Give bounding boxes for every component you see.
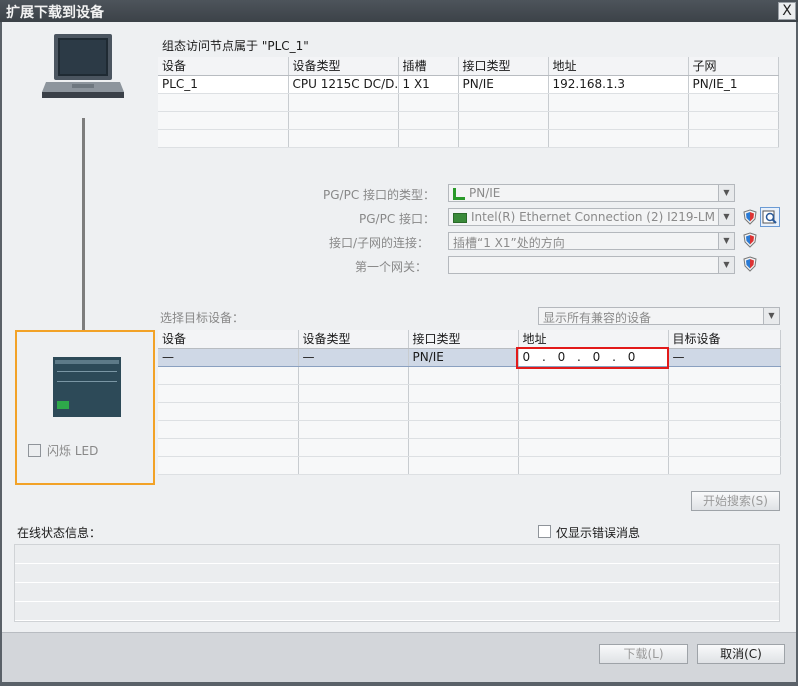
subnet-connection-value: 插槽“1 X1”处的方向 — [453, 236, 565, 250]
window-title: 扩展下载到设备 — [6, 5, 104, 21]
errors-only-checkbox[interactable] — [538, 525, 551, 538]
chevron-down-icon[interactable]: ▼ — [718, 257, 734, 273]
config-col-device-type[interactable]: 设备类型 — [288, 57, 399, 76]
pgpc-interface-select[interactable]: Intel(R) Ethernet Connection (2) I219-LM… — [448, 208, 735, 226]
device-filter-select[interactable]: 显示所有兼容的设备 ▼ — [538, 307, 780, 325]
first-gateway-label: 第一个网关： — [355, 260, 428, 274]
start-search-button[interactable]: 开始搜索(S) — [691, 491, 780, 511]
target-col-target-device[interactable]: 目标设备 — [668, 330, 781, 349]
config-heading: 组态访问节点属于 "PLC_1" — [162, 39, 309, 53]
pgpc-interface-value: Intel(R) Ethernet Connection (2) I219-LM — [471, 210, 715, 224]
list-item — [15, 545, 779, 564]
config-col-address[interactable]: 地址 — [548, 57, 689, 76]
shield-icon[interactable] — [742, 232, 758, 248]
target-table: 设备 设备类型 接口类型 地址 目标设备 — — PN/IE 0 . 0 . 0… — [158, 330, 781, 475]
plc-device-icon — [53, 357, 121, 417]
cancel-button[interactable]: 取消(C) — [697, 644, 785, 664]
config-cell-device-type: CPU 1215C DC/D... — [288, 75, 399, 94]
connection-line — [82, 118, 85, 332]
pgpc-interface-label: PG/PC 接口： — [359, 212, 436, 226]
first-gateway-select[interactable]: ▼ — [448, 256, 735, 274]
network-icon — [453, 187, 465, 200]
target-cell-device-type: — — [298, 348, 409, 367]
target-col-device-type[interactable]: 设备类型 — [298, 330, 409, 349]
list-item — [15, 564, 779, 583]
properties-button[interactable] — [760, 207, 780, 227]
target-cell-interface-type: PN/IE — [408, 348, 519, 367]
target-cell-device: — — [158, 348, 299, 367]
subnet-connection-select[interactable]: 插槽“1 X1”处的方向 ▼ — [448, 232, 735, 250]
shield-icon[interactable] — [742, 209, 758, 225]
target-col-address[interactable]: 地址 — [518, 330, 669, 349]
chevron-down-icon[interactable]: ▼ — [718, 209, 734, 225]
table-row — [158, 384, 781, 403]
table-row — [158, 456, 781, 475]
download-button[interactable]: 下载(L) — [599, 644, 688, 664]
config-cell-interface-type: PN/IE — [458, 75, 549, 94]
close-button[interactable]: X — [778, 2, 796, 20]
pg-pc-laptop-icon — [42, 34, 124, 98]
config-cell-device: PLC_1 — [158, 75, 289, 94]
plc-highlight-box: 闪烁 LED — [15, 330, 155, 485]
table-row — [158, 438, 781, 457]
ethernet-card-icon — [453, 212, 467, 223]
target-cell-target-device: — — [668, 348, 781, 367]
config-col-device[interactable]: 设备 — [158, 57, 289, 76]
config-cell-address: 192.168.1.3 — [548, 75, 689, 94]
status-message-list[interactable] — [14, 544, 780, 622]
table-row — [158, 420, 781, 439]
target-col-device[interactable]: 设备 — [158, 330, 299, 349]
list-item — [15, 583, 779, 602]
config-table: 设备 设备类型 插槽 接口类型 地址 子网 PLC_1 CPU 1215C DC… — [158, 57, 779, 148]
table-row — [158, 366, 781, 385]
table-row — [158, 402, 781, 421]
table-row — [158, 111, 779, 130]
flash-led-checkbox[interactable] — [28, 444, 41, 457]
address-highlight — [516, 347, 669, 369]
pgpc-type-label: PG/PC 接口的类型： — [323, 188, 436, 202]
errors-only-label: 仅显示错误消息 — [556, 526, 641, 540]
pgpc-type-select[interactable]: PN/IE ▼ — [448, 184, 735, 202]
config-col-interface-type[interactable]: 接口类型 — [458, 57, 549, 76]
table-row[interactable]: PLC_1 CPU 1215C DC/D... 1 X1 PN/IE 192.1… — [158, 75, 779, 94]
subnet-connection-label: 接口/子网的连接： — [329, 236, 430, 250]
title-bar: 扩展下载到设备 X — [0, 0, 798, 22]
list-item — [15, 602, 779, 621]
table-row[interactable]: — — PN/IE 0 . 0 . 0 . 0 — — [158, 348, 781, 367]
chevron-down-icon[interactable]: ▼ — [763, 308, 779, 324]
flash-led-label: 闪烁 LED — [47, 444, 99, 458]
online-status-label: 在线状态信息： — [17, 526, 102, 540]
device-filter-value: 显示所有兼容的设备 — [543, 311, 652, 325]
config-cell-subnet: PN/IE_1 — [688, 75, 779, 94]
target-col-interface-type[interactable]: 接口类型 — [408, 330, 519, 349]
target-device-label: 选择目标设备： — [160, 311, 245, 325]
chevron-down-icon[interactable]: ▼ — [718, 233, 734, 249]
config-cell-slot: 1 X1 — [398, 75, 459, 94]
table-row — [158, 93, 779, 112]
table-row — [158, 129, 779, 148]
pgpc-type-value: PN/IE — [469, 186, 501, 200]
shield-icon[interactable] — [742, 256, 758, 272]
config-col-subnet[interactable]: 子网 — [688, 57, 779, 76]
config-col-slot[interactable]: 插槽 — [398, 57, 459, 76]
chevron-down-icon[interactable]: ▼ — [718, 185, 734, 201]
magnifier-icon — [762, 210, 777, 224]
